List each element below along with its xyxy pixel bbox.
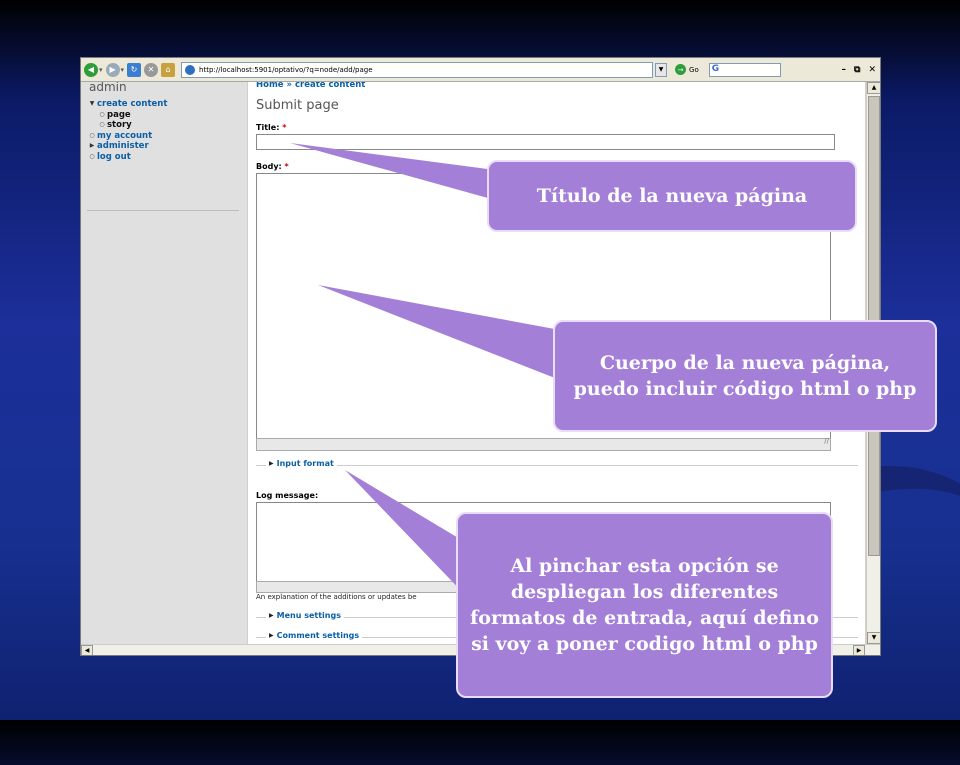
sidebar-item-label[interactable]: create content <box>97 99 167 110</box>
sidebar-item-label[interactable]: administer <box>97 141 149 152</box>
collapsed-icon: ▶ <box>269 612 274 619</box>
title-callout: Título de la nueva página <box>487 160 857 232</box>
bullet-icon: ○ <box>89 131 95 139</box>
forward-icon[interactable]: ▶ <box>105 62 120 77</box>
title-callout-text: Título de la nueva página <box>536 184 808 207</box>
body-resize-handle[interactable] <box>256 437 831 451</box>
log-description: An explanation of the additions or updat… <box>256 593 417 601</box>
sidebar-menu: ▼ create content ○ page ○ story ○ my acc… <box>87 99 167 162</box>
minimize-icon[interactable]: – <box>842 65 847 75</box>
body-callout: Cuerpo de la nueva página, puedo incluir… <box>553 320 937 432</box>
sidebar-item-label[interactable]: log out <box>97 152 131 163</box>
menu-settings-toggle[interactable]: ▶ Menu settings <box>266 611 344 620</box>
go-arrow-icon: → <box>675 64 687 75</box>
sidebar: admin ▼ create content ○ page ○ story ○ … <box>81 82 248 644</box>
sidebar-item-story[interactable]: ○ story <box>87 120 167 131</box>
page-title: Submit page <box>256 98 339 113</box>
input-format-divider <box>256 465 858 466</box>
page-favicon-icon <box>185 64 196 75</box>
refresh-icon[interactable]: ↻ <box>127 62 142 77</box>
input-format-label[interactable]: Input format <box>277 459 334 468</box>
google-icon: G <box>711 63 720 74</box>
sidebar-item-administer[interactable]: ▶ administer <box>87 141 167 152</box>
stop-icon[interactable]: ✕ <box>144 62 159 77</box>
body-label: Body: * <box>256 162 289 171</box>
sidebar-item-label[interactable]: story <box>107 120 132 131</box>
home-icon[interactable]: ⌂ <box>161 62 176 77</box>
format-callout-text: Al pinchar esta opción se despliegan los… <box>470 554 819 656</box>
sidebar-item-label[interactable]: page <box>107 110 131 121</box>
window-controls: – ⧉ ✕ <box>842 65 876 75</box>
body-callout-text: Cuerpo de la nueva página, puedo incluir… <box>573 351 917 400</box>
sidebar-item-label[interactable]: my account <box>97 131 152 142</box>
bullet-icon: ○ <box>89 152 95 160</box>
scroll-up-icon[interactable]: ▲ <box>867 82 880 94</box>
required-mark: * <box>284 162 289 171</box>
sidebar-item-create-content[interactable]: ▼ create content <box>87 99 168 110</box>
scroll-right-icon[interactable]: ▶ <box>853 645 865 655</box>
google-search-box[interactable]: G <box>708 62 781 77</box>
restore-icon[interactable]: ⧉ <box>854 65 860 75</box>
title-input[interactable] <box>256 134 835 150</box>
address-url: http://localhost:5901/optativo/?q=node/a… <box>199 65 373 74</box>
sidebar-divider <box>87 210 239 211</box>
collapsed-icon: ▶ <box>269 632 274 639</box>
bullet-icon: ○ <box>99 110 105 118</box>
bullet-icon: ○ <box>99 121 105 128</box>
address-dropdown-icon[interactable]: ▼ <box>655 62 668 77</box>
sidebar-username: admin <box>89 82 127 94</box>
scroll-left-icon[interactable]: ◀ <box>81 645 93 655</box>
comment-settings-toggle[interactable]: ▶ Comment settings <box>266 631 363 640</box>
address-bar[interactable]: http://localhost:5901/optativo/?q=node/a… <box>181 61 654 78</box>
required-mark: * <box>282 123 287 132</box>
body-label-text: Body: <box>256 162 282 171</box>
menu-settings-label[interactable]: Menu settings <box>277 611 341 620</box>
back-icon[interactable]: ◀ <box>84 62 98 77</box>
log-message-label: Log message: <box>256 491 319 500</box>
go-label: Go <box>689 65 699 74</box>
breadcrumb[interactable]: Home » create content <box>256 82 365 90</box>
collapsed-icon: ▶ <box>89 142 95 149</box>
expanded-icon: ▼ <box>89 100 95 107</box>
scroll-down-icon[interactable]: ▼ <box>867 632 880 644</box>
close-icon[interactable]: ✕ <box>868 65 876 75</box>
title-label-text: Title: <box>256 123 280 132</box>
format-callout: Al pinchar esta opción se despliegan los… <box>456 512 833 698</box>
title-label: Title: * <box>256 123 286 132</box>
forward-dropdown-icon[interactable]: ▾ <box>121 66 125 74</box>
go-button[interactable]: → Go <box>675 64 699 75</box>
collapsed-icon: ▶ <box>269 460 274 467</box>
comment-settings-label[interactable]: Comment settings <box>277 631 360 640</box>
back-dropdown-icon[interactable]: ▾ <box>99 66 103 74</box>
sidebar-item-my-account[interactable]: ○ my account <box>87 131 167 142</box>
input-format-toggle[interactable]: ▶ Input format <box>266 459 337 468</box>
sidebar-item-page[interactable]: ○ page <box>87 110 167 121</box>
sidebar-item-log-out[interactable]: ○ log out <box>87 152 167 163</box>
browser-toolbar: ◀ ▾ ▶ ▾ ↻ ✕ ⌂ http://localhost:5901/opta… <box>81 58 880 82</box>
